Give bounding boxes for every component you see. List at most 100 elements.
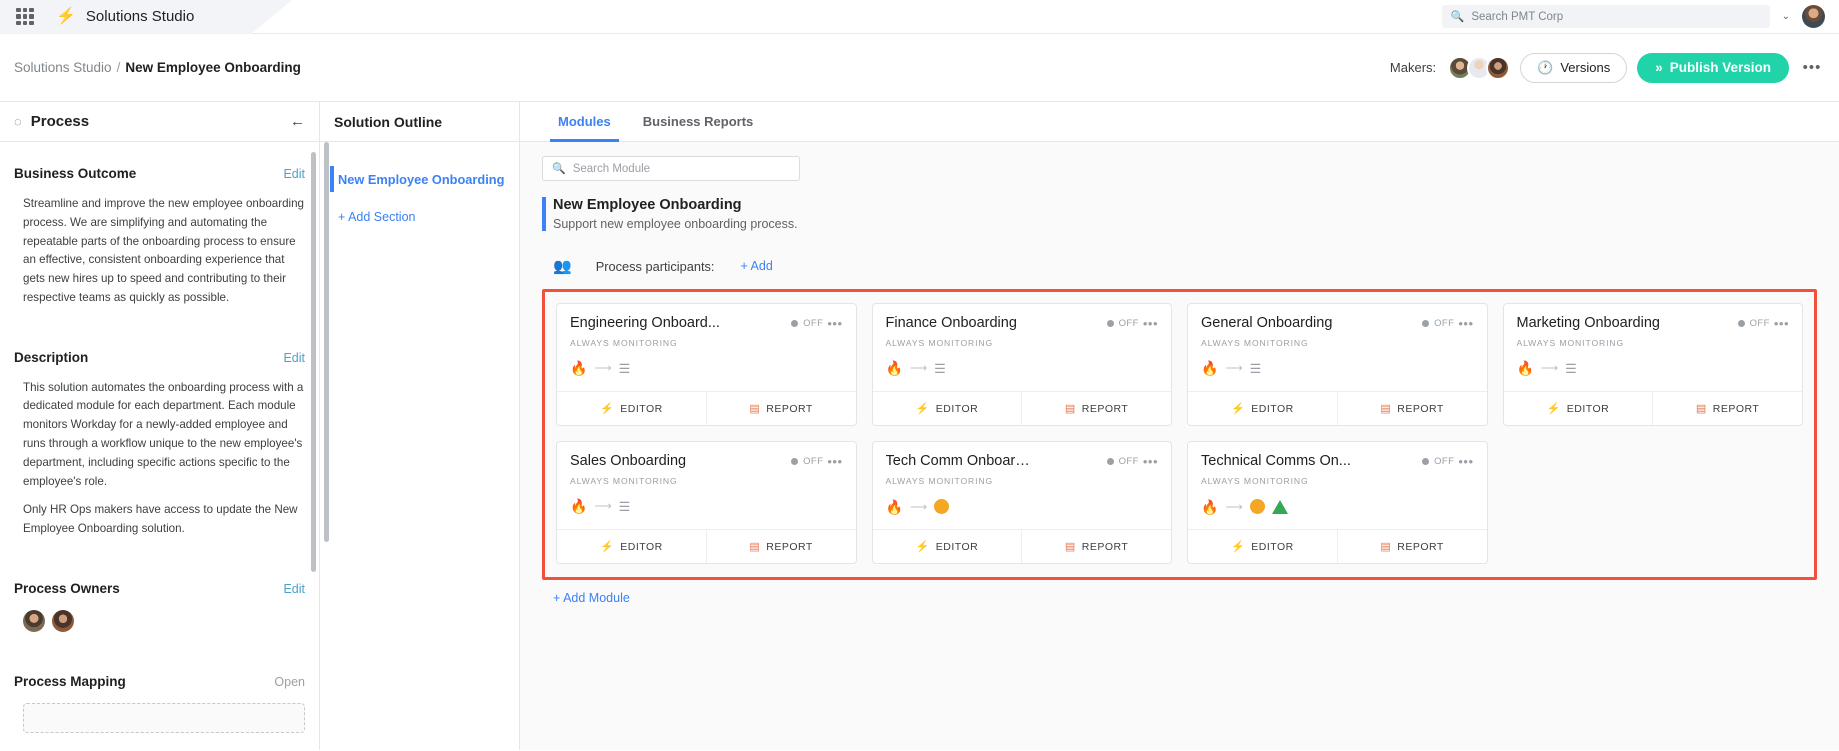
section-body-business-outcome: Streamline and improve the new employee …	[14, 195, 305, 308]
module-card-menu-icon[interactable]: •••	[1458, 316, 1473, 331]
breadcrumb-bar: Solutions Studio / New Employee Onboardi…	[0, 34, 1839, 102]
module-icon-flow: 🔥 ⟶	[1201, 499, 1474, 514]
arrow-left-icon[interactable]: ←	[290, 113, 305, 130]
edit-description-link[interactable]: Edit	[283, 351, 305, 365]
orange-circle-icon	[1250, 499, 1265, 514]
edit-business-outcome-link[interactable]: Edit	[283, 167, 305, 181]
module-report-button[interactable]: ▤ REPORT	[1021, 530, 1171, 563]
section-body-description: This solution automates the onboarding p…	[14, 379, 305, 539]
module-editor-button[interactable]: ⚡ EDITOR	[1504, 392, 1653, 425]
outline-item-new-employee-onboarding[interactable]: New Employee Onboarding	[320, 166, 519, 192]
module-icon-flow: 🔥 ⟶ ☰	[1201, 361, 1474, 375]
flame-icon: 🔥	[1201, 500, 1218, 514]
process-panel-scrollbar[interactable]	[311, 152, 316, 572]
breadcrumb-separator: /	[117, 60, 121, 75]
arrow-right-icon: ⟶	[594, 499, 611, 513]
module-card[interactable]: Tech Comm Onboardi... OFF ••• ALWAYS MON…	[872, 441, 1173, 564]
makers-avatar-group[interactable]	[1448, 56, 1510, 80]
status-dot-icon	[791, 320, 798, 327]
orange-circle-icon	[934, 499, 949, 514]
module-report-button[interactable]: ▤ REPORT	[1337, 392, 1487, 425]
apps-grid-icon[interactable]	[16, 8, 34, 26]
global-search-placeholder: Search PMT Corp	[1471, 11, 1563, 23]
module-editor-label: EDITOR	[1251, 403, 1293, 415]
module-card-menu-icon[interactable]: •••	[1774, 316, 1789, 331]
module-card-menu-icon[interactable]: •••	[1143, 454, 1158, 469]
module-report-button[interactable]: ▤ REPORT	[706, 530, 856, 563]
module-editor-button[interactable]: ⚡ EDITOR	[873, 392, 1022, 425]
module-grid-empty-slot	[1503, 441, 1804, 564]
section-title: Business Outcome	[14, 166, 136, 181]
module-card[interactable]: Technical Comms On... OFF ••• ALWAYS MON…	[1187, 441, 1488, 564]
tab-modules[interactable]: Modules	[542, 102, 627, 141]
module-status-text: OFF	[1750, 318, 1770, 329]
lightning-bolt-icon: ⚡	[1231, 540, 1245, 553]
module-status: OFF	[1422, 318, 1454, 329]
module-report-button[interactable]: ▤ REPORT	[1652, 392, 1802, 425]
module-card[interactable]: Sales Onboarding OFF ••• ALWAYS MONITORI…	[556, 441, 857, 564]
status-dot-icon	[1107, 458, 1114, 465]
lightning-bolt-icon: ⚡	[916, 402, 930, 415]
open-process-mapping-link[interactable]: Open	[274, 675, 305, 689]
description-text-2: Only HR Ops makers have access to update…	[23, 501, 305, 539]
module-report-button[interactable]: ▤ REPORT	[1021, 392, 1171, 425]
chevron-down-icon[interactable]: ⌄	[1782, 11, 1790, 22]
tab-business-reports[interactable]: Business Reports	[627, 102, 770, 141]
process-owner-avatar[interactable]	[52, 610, 74, 632]
module-card-actions: ⚡ EDITOR ▤ REPORT	[1188, 391, 1487, 425]
status-dot-icon	[1422, 458, 1429, 465]
user-avatar[interactable]	[1802, 5, 1825, 28]
outline-scrollbar[interactable]	[324, 142, 329, 542]
maker-avatar[interactable]	[1486, 56, 1510, 80]
module-card-menu-icon[interactable]: •••	[827, 454, 842, 469]
module-card[interactable]: Finance Onboarding OFF ••• ALWAYS MONITO…	[872, 303, 1173, 426]
module-card-actions: ⚡ EDITOR ▤ REPORT	[557, 391, 856, 425]
add-section-button[interactable]: + Add Section	[320, 210, 519, 224]
module-card-actions: ⚡ EDITOR ▤ REPORT	[1504, 391, 1803, 425]
more-options-button[interactable]: •••	[1799, 55, 1825, 81]
flame-icon: 🔥	[1517, 361, 1534, 375]
module-status-text: OFF	[803, 318, 823, 329]
edit-process-owners-link[interactable]: Edit	[283, 582, 305, 596]
module-editor-button[interactable]: ⚡ EDITOR	[1188, 392, 1337, 425]
people-group-icon: 👥	[553, 257, 572, 275]
process-owner-avatar[interactable]	[23, 610, 45, 632]
publish-version-button[interactable]: » Publish Version	[1637, 53, 1789, 83]
add-module-button[interactable]: + Add Module	[542, 591, 1817, 605]
breadcrumb-root[interactable]: Solutions Studio	[14, 60, 112, 75]
global-search-input[interactable]: 🔍 Search PMT Corp	[1442, 5, 1770, 28]
section-header-business-outcome: Business Outcome Edit	[14, 166, 305, 181]
modules-scroll-area: 🔍 Search Module New Employee Onboarding …	[520, 142, 1839, 750]
solution-name: New Employee Onboarding	[553, 197, 1817, 213]
arrow-right-icon: ⟶	[594, 361, 611, 375]
add-participant-button[interactable]: + Add	[740, 259, 772, 273]
lightning-bolt-icon: ⚡	[916, 540, 930, 553]
module-card-menu-icon[interactable]: •••	[827, 316, 842, 331]
module-editor-button[interactable]: ⚡ EDITOR	[557, 392, 706, 425]
module-status: OFF	[1422, 456, 1454, 467]
modules-annotation-highlight: Engineering Onboard... OFF ••• ALWAYS MO…	[542, 289, 1817, 580]
module-card-title: General Onboarding	[1201, 315, 1332, 331]
module-editor-button[interactable]: ⚡ EDITOR	[557, 530, 706, 563]
module-card-title: Engineering Onboard...	[570, 315, 720, 331]
process-panel-scroll[interactable]: Business Outcome Edit Streamline and imp…	[0, 142, 319, 750]
module-card-menu-icon[interactable]: •••	[1458, 454, 1473, 469]
module-card[interactable]: Marketing Onboarding OFF ••• ALWAYS MONI…	[1503, 303, 1804, 426]
module-card-menu-icon[interactable]: •••	[1143, 316, 1158, 331]
flame-icon: 🔥	[570, 499, 587, 513]
module-card[interactable]: General Onboarding OFF ••• ALWAYS MONITO…	[1187, 303, 1488, 426]
module-editor-button[interactable]: ⚡ EDITOR	[873, 530, 1022, 563]
module-card-actions: ⚡ EDITOR ▤ REPORT	[873, 529, 1172, 563]
module-editor-button[interactable]: ⚡ EDITOR	[1188, 530, 1337, 563]
module-card[interactable]: Engineering Onboard... OFF ••• ALWAYS MO…	[556, 303, 857, 426]
module-report-label: REPORT	[1082, 403, 1129, 415]
module-report-button[interactable]: ▤ REPORT	[1337, 530, 1487, 563]
module-card-title: Marketing Onboarding	[1517, 315, 1660, 331]
versions-button[interactable]: 🕐 Versions	[1520, 53, 1627, 83]
main-content-column: Modules Business Reports 🔍 Search Module…	[520, 102, 1839, 750]
process-panel-header: ◌ Process ←	[0, 102, 319, 142]
module-report-button[interactable]: ▤ REPORT	[706, 392, 856, 425]
module-icon-flow: 🔥 ⟶ ☰	[886, 361, 1159, 375]
module-search-input[interactable]: 🔍 Search Module	[542, 156, 800, 181]
process-mapping-placeholder[interactable]	[23, 703, 305, 733]
